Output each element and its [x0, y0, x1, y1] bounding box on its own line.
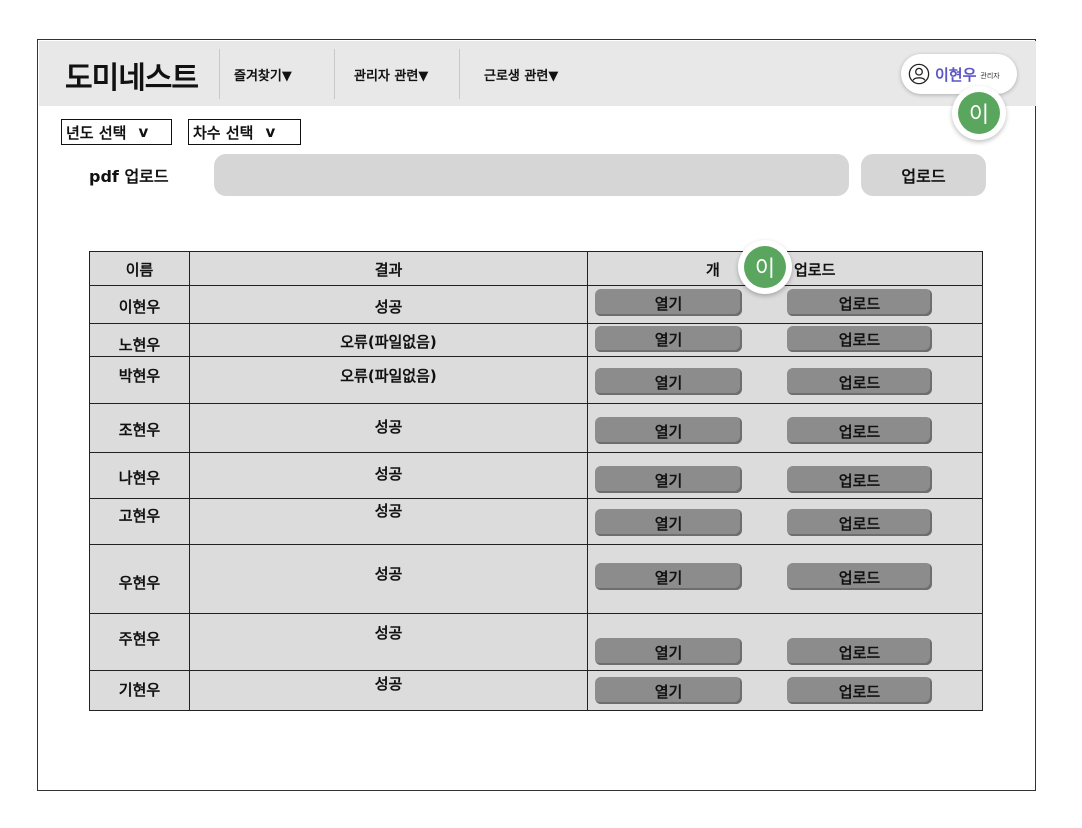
row-name: 고현우 [118, 507, 161, 525]
open-file-button[interactable]: 열기 [595, 326, 742, 352]
row-name: 주현우 [118, 630, 161, 648]
round-select-label: 차수 선택 [193, 123, 254, 142]
collaborator-cursor-avatar: 이 [738, 240, 792, 294]
table-row: 조현우 성공 열기 업로드 [90, 404, 982, 453]
open-file-button[interactable]: 열기 [595, 509, 742, 536]
column-header-name: 이름 [90, 252, 190, 285]
row-name: 조현우 [118, 421, 161, 439]
upload-file-button[interactable]: 업로드 [787, 638, 932, 665]
chevron-down-icon: v [138, 123, 149, 141]
table-row: 노현우 오류(파일없음) 열기 업로드 [90, 324, 982, 357]
row-result: 성공 [374, 465, 403, 483]
column-header-result: 결과 [190, 252, 588, 285]
table-header-row: 이름 결과 개 업로드 [90, 252, 982, 286]
upload-file-button[interactable]: 업로드 [787, 509, 932, 536]
open-file-button[interactable]: 열기 [595, 466, 742, 493]
upload-file-button[interactable]: 업로드 [787, 677, 932, 704]
open-file-button[interactable]: 열기 [595, 677, 742, 704]
open-file-button[interactable]: 열기 [595, 638, 742, 665]
nav-student-worker-dropdown[interactable]: 근로생 관련▼ [484, 49, 558, 99]
upload-file-button[interactable]: 업로드 [787, 289, 932, 316]
chevron-down-icon: v [265, 123, 276, 141]
open-file-button[interactable]: 열기 [595, 368, 742, 395]
collaborator-avatar-initial: 이 [958, 92, 1000, 134]
row-result: 오류(파일없음) [340, 367, 437, 385]
top-navigation-bar: 도미네스트 즐겨찾기▼ 관리자 관련▼ 근로생 관련▼ 이현우 관리자 [39, 41, 1036, 106]
results-table: 이름 결과 개 업로드 이현우 성공 열기 업로드 노현우 오류(파일없음) 열… [89, 251, 983, 711]
row-name: 노현우 [118, 336, 161, 354]
table-row: 이현우 성공 열기 업로드 [90, 286, 982, 324]
collaborator-cursor-initial: 이 [744, 246, 786, 288]
row-result: 성공 [374, 298, 403, 316]
upload-file-button[interactable]: 업로드 [787, 563, 932, 590]
row-result: 성공 [374, 624, 403, 642]
user-profile-chip[interactable]: 이현우 관리자 [901, 54, 1017, 94]
table-row: 우현우 성공 열기 업로드 [90, 545, 982, 614]
round-select[interactable]: 차수 선택 v [188, 119, 301, 145]
table-row: 박현우 오류(파일없음) 열기 업로드 [90, 357, 982, 404]
user-role: 관리자 [980, 72, 1000, 80]
row-name: 우현우 [118, 574, 161, 592]
nav-divider [219, 49, 220, 99]
row-result: 성공 [374, 502, 403, 520]
table-row: 기현우 성공 열기 업로드 [90, 671, 982, 710]
row-result: 오류(파일없음) [340, 333, 437, 351]
table-row: 나현우 성공 열기 업로드 [90, 453, 982, 499]
row-name: 기현우 [118, 681, 161, 699]
open-file-button[interactable]: 열기 [595, 289, 742, 316]
upload-file-button[interactable]: 업로드 [787, 466, 932, 493]
upload-file-button[interactable]: 업로드 [787, 417, 932, 444]
row-name: 이현우 [118, 298, 161, 316]
app-frame: 도미네스트 즐겨찾기▼ 관리자 관련▼ 근로생 관련▼ 이현우 관리자 년도 선… [37, 39, 1036, 791]
table-row: 고현우 성공 열기 업로드 [90, 499, 982, 545]
table-row: 주현우 성공 열기 업로드 [90, 614, 982, 671]
collaborator-avatar: 이 [952, 86, 1006, 140]
pdf-upload-button[interactable]: 업로드 [861, 154, 986, 196]
column-header-actions-prefix: 개 [706, 261, 720, 279]
open-file-button[interactable]: 열기 [595, 417, 742, 444]
row-name: 박현우 [118, 367, 161, 385]
nav-divider [459, 49, 460, 99]
upload-file-button[interactable]: 업로드 [787, 368, 932, 395]
row-result: 성공 [374, 675, 403, 693]
pdf-upload-label: pdf 업로드 [89, 167, 169, 186]
open-file-button[interactable]: 열기 [595, 563, 742, 590]
upload-file-button[interactable]: 업로드 [787, 326, 932, 352]
nav-admin-dropdown[interactable]: 관리자 관련▼ [354, 49, 428, 99]
user-icon [908, 63, 930, 85]
nav-favorites-dropdown[interactable]: 즐겨찾기▼ [234, 49, 292, 99]
row-name: 나현우 [118, 469, 161, 487]
year-select[interactable]: 년도 선택 v [61, 119, 172, 145]
year-select-label: 년도 선택 [66, 123, 127, 142]
app-logo[interactable]: 도미네스트 [65, 53, 199, 97]
user-name: 이현우 [935, 65, 977, 84]
pdf-file-input[interactable] [214, 154, 849, 196]
row-result: 성공 [374, 565, 403, 583]
column-header-actions-upload: 업로드 [794, 261, 836, 279]
row-result: 성공 [374, 418, 403, 436]
nav-divider [334, 49, 335, 99]
